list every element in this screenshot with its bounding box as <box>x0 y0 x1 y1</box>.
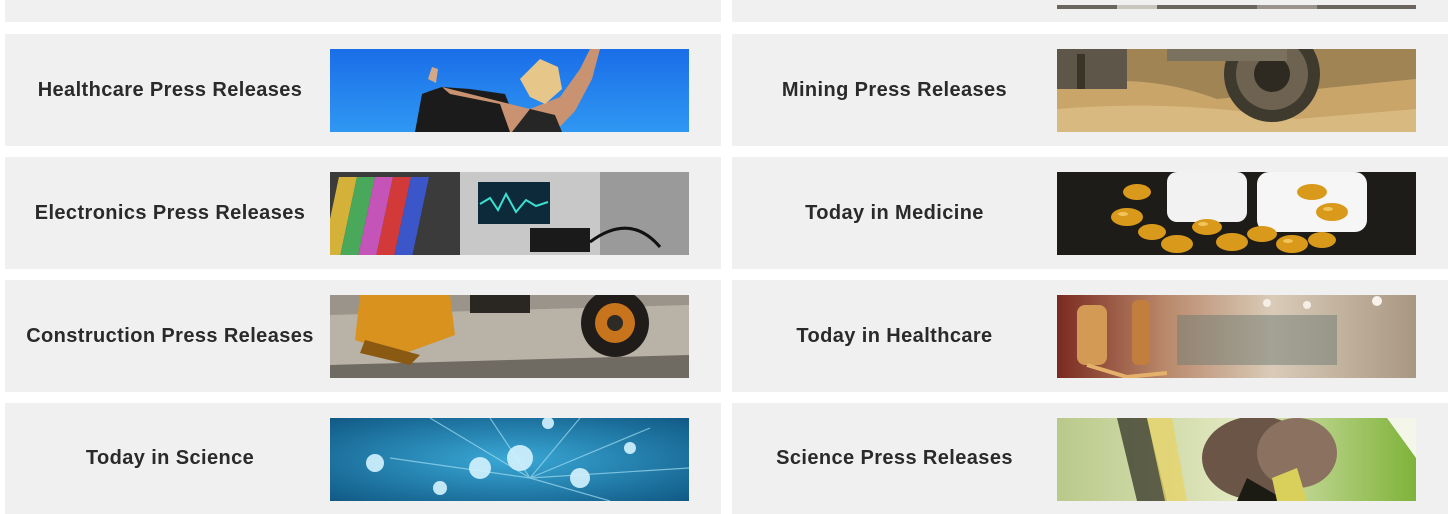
capsules-bottle-photo[interactable] <box>1057 172 1416 255</box>
water-droplets-photo[interactable] <box>330 418 689 501</box>
oscilloscope-electronics-photo[interactable] <box>330 172 689 255</box>
category-title[interactable]: Construction Press Releases <box>25 280 315 392</box>
mining-excavator-photo[interactable] <box>1057 49 1416 132</box>
category-image-partial <box>1057 5 1416 9</box>
category-card-science-press[interactable]: Science Press Releases <box>732 403 1448 514</box>
insect-closeup-photo[interactable] <box>1057 418 1416 501</box>
category-title[interactable]: Today in Healthcare <box>752 280 1037 392</box>
category-title[interactable]: Healthcare Press Releases <box>25 34 315 146</box>
hospital-corridor-photo[interactable] <box>1057 295 1416 378</box>
category-card-partial-left[interactable] <box>5 0 721 22</box>
category-title[interactable]: Today in Medicine <box>752 157 1037 269</box>
construction-loader-photo[interactable] <box>330 295 689 378</box>
category-card-today-medicine[interactable]: Today in Medicine <box>732 157 1448 269</box>
woman-reaching-sky-photo[interactable] <box>330 49 689 132</box>
category-card-construction-press[interactable]: Construction Press Releases <box>5 280 721 392</box>
category-title[interactable]: Science Press Releases <box>752 403 1037 514</box>
category-card-partial-right[interactable] <box>732 0 1448 22</box>
category-title[interactable]: Today in Science <box>25 403 315 514</box>
category-title[interactable]: Mining Press Releases <box>752 34 1037 146</box>
category-title[interactable]: Electronics Press Releases <box>25 157 315 269</box>
category-card-mining-press[interactable]: Mining Press Releases <box>732 34 1448 146</box>
category-card-today-science[interactable]: Today in Science <box>5 403 721 514</box>
category-card-today-healthcare[interactable]: Today in Healthcare <box>732 280 1448 392</box>
category-card-electronics-press[interactable]: Electronics Press Releases <box>5 157 721 269</box>
category-card-healthcare-press[interactable]: Healthcare Press Releases <box>5 34 721 146</box>
